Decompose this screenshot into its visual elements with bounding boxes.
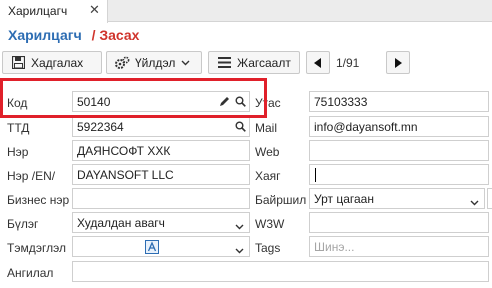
- list-icon: [216, 57, 232, 68]
- tags-placeholder: Шинэ...: [314, 240, 355, 254]
- triangle-right-icon: [395, 58, 402, 68]
- floppy-disk-icon: [10, 56, 26, 69]
- search-icon[interactable]: [235, 121, 246, 135]
- mail-label: Mail: [255, 121, 278, 135]
- chevron-down-icon[interactable]: [235, 243, 244, 257]
- save-button-label: Хадгалах: [31, 55, 84, 70]
- triangle-left-icon: [314, 58, 321, 68]
- business-name-label: Бизнес нэр: [7, 193, 70, 207]
- note-select[interactable]: [72, 236, 250, 257]
- name-label: Нэр: [7, 145, 29, 159]
- group-value: Худалдан авагч: [77, 216, 165, 230]
- record-pager: 1/91: [336, 56, 360, 70]
- code-label: Код: [7, 96, 28, 110]
- vat-label: Утас: [255, 96, 281, 110]
- web-field[interactable]: [309, 140, 489, 161]
- name-en-value: DAYANSOFT LLC: [77, 168, 174, 182]
- mail-value: info@dayansoft.mn: [314, 120, 418, 134]
- actions-dropdown-button[interactable]: Үйлдэл: [106, 51, 202, 74]
- location-label: Байршил: [255, 193, 307, 207]
- breadcrumb-current: Засах: [99, 27, 140, 43]
- group-select[interactable]: Худалдан авагч: [72, 212, 250, 233]
- previous-record-button[interactable]: [306, 51, 330, 74]
- actions-button-label: Үйлдэл: [135, 55, 176, 70]
- address-label: Хаяг: [255, 169, 281, 183]
- vat-field[interactable]: 75103333: [309, 91, 489, 112]
- category-label: Ангилал: [7, 266, 54, 280]
- vat-value: 75103333: [314, 95, 368, 109]
- close-icon[interactable]: ✕: [89, 2, 100, 18]
- code-field[interactable]: 50140: [72, 91, 250, 112]
- tin-label: ТТД: [7, 121, 30, 135]
- group-label: Бүлэг: [7, 217, 39, 231]
- breadcrumb: Харилцагч / Засах: [8, 27, 139, 43]
- tin-field[interactable]: 5922364: [72, 116, 250, 137]
- chevron-down-icon[interactable]: [235, 219, 244, 233]
- name-field[interactable]: ДАЯНСОФТ ХХК: [72, 140, 250, 161]
- save-button[interactable]: Хадгалах: [2, 51, 102, 74]
- gears-icon: [114, 56, 130, 70]
- next-record-button[interactable]: [386, 51, 410, 74]
- tab-label: Харилцагч: [8, 4, 68, 18]
- address-field[interactable]: [309, 164, 489, 185]
- search-icon[interactable]: [235, 96, 246, 110]
- list-button-label: Жагсаалт: [237, 55, 291, 70]
- tab-bar: Харилцагч ✕: [0, 0, 492, 23]
- tags-input[interactable]: Шинэ...: [309, 236, 489, 257]
- text-cursor: [315, 168, 316, 182]
- location-extra-field[interactable]: [487, 188, 492, 209]
- w3w-label: W3W: [255, 217, 285, 231]
- location-value: Урт цагаан: [314, 192, 374, 206]
- tags-label: Tags: [255, 241, 281, 255]
- code-value: 50140: [77, 95, 111, 109]
- breadcrumb-main[interactable]: Харилцагч: [8, 27, 82, 43]
- web-label: Web: [255, 145, 280, 159]
- text-format-icon[interactable]: [145, 240, 159, 257]
- business-name-field[interactable]: [72, 188, 250, 209]
- location-select[interactable]: Урт цагаан: [309, 188, 485, 209]
- name-en-label: Нэр /EN/: [7, 169, 56, 183]
- name-value: ДАЯНСОФТ ХХК: [77, 144, 171, 158]
- toolbar: Хадгалах Үйлдэл Жагсаалт 1/91: [0, 50, 492, 76]
- chevron-down-icon[interactable]: [470, 195, 479, 209]
- name-en-field[interactable]: DAYANSOFT LLC: [72, 164, 250, 185]
- tin-value: 5922364: [77, 120, 124, 134]
- category-field[interactable]: [72, 261, 489, 282]
- list-button[interactable]: Жагсаалт: [208, 51, 300, 74]
- note-label: Тэмдэглэл: [7, 241, 66, 255]
- chevron-down-icon: [181, 58, 190, 68]
- mail-field[interactable]: info@dayansoft.mn: [309, 116, 489, 137]
- w3w-field[interactable]: [309, 212, 489, 233]
- tab-customer[interactable]: Харилцагч ✕: [0, 0, 108, 23]
- pencil-icon[interactable]: [219, 96, 230, 110]
- breadcrumb-separator: /: [91, 27, 96, 43]
